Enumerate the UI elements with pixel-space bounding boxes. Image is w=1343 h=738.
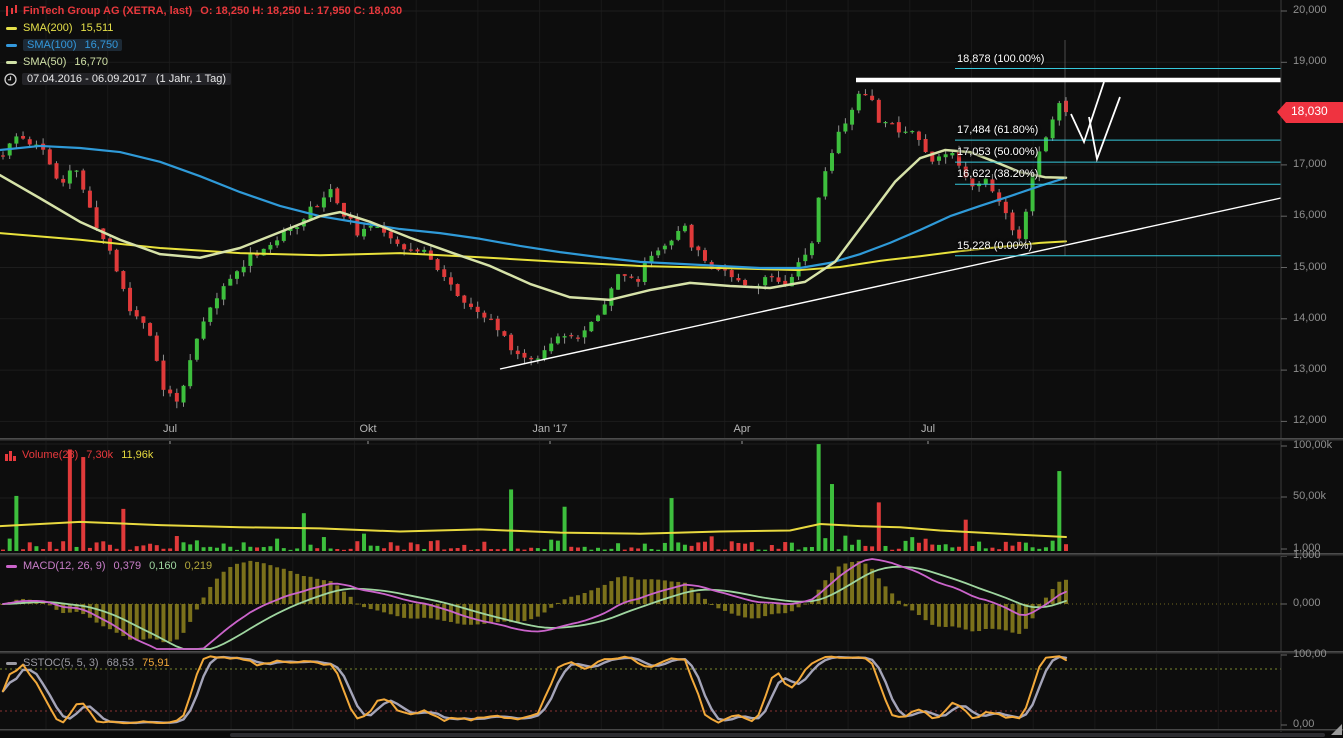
- trading-chart-window: 18,878 (100.00%)17,484 (61.80%)17,053 (5…: [0, 0, 1343, 738]
- resize-grip-icon[interactable]: [1331, 724, 1342, 735]
- sma200-value: 15,511: [81, 22, 114, 34]
- sma200-swatch-icon: [6, 27, 17, 30]
- candlestick-icon: [4, 5, 18, 17]
- macd-hist-value: 0,219: [185, 560, 213, 572]
- sma100-value: 16,750: [85, 39, 119, 51]
- date-range-interval: (1 Jahr, 1 Tag): [156, 73, 226, 85]
- clock-icon: [4, 73, 17, 86]
- macd-signal-value: 0,160: [149, 560, 177, 572]
- chart-canvas[interactable]: [0, 0, 1343, 738]
- macd-legend[interactable]: MACD(12, 26, 9) 0,379 0,160 0,219: [4, 558, 212, 575]
- sma50-value: 16,770: [74, 56, 108, 68]
- sma50-label: SMA(50): [23, 56, 66, 68]
- macd-value: 0,379: [114, 560, 142, 572]
- sma100-label: SMA(100): [27, 39, 77, 51]
- symbol-title: FinTech Group AG (XETRA, last): [23, 5, 192, 17]
- panel-divider: [0, 729, 1343, 731]
- price-legend: FinTech Group AG (XETRA, last) O: 18,250…: [4, 3, 402, 88]
- scrollbar-handle[interactable]: [230, 733, 1325, 737]
- date-range-value: 07.04.2016 - 06.09.2017: [27, 73, 147, 85]
- volume-ma-value: 11,96k: [121, 449, 153, 461]
- symbol-legend-row[interactable]: FinTech Group AG (XETRA, last) O: 18,250…: [4, 3, 402, 19]
- panel-divider[interactable]: [0, 553, 1343, 556]
- volume-label: Volume(28): [22, 449, 78, 461]
- sstoc-label: SSTOC(5, 5, 3): [23, 657, 99, 669]
- macd-swatch-icon: [6, 565, 17, 568]
- legend-sma50-row[interactable]: SMA(50) 16,770: [4, 54, 402, 70]
- panel-divider[interactable]: [0, 651, 1343, 654]
- symbol-ohlc: O: 18,250 H: 18,250 L: 17,950 C: 18,030: [200, 5, 402, 17]
- date-range-row[interactable]: 07.04.2016 - 06.09.2017 (1 Jahr, 1 Tag): [4, 71, 402, 87]
- horizontal-scrollbar[interactable]: [0, 732, 1343, 738]
- volume-legend[interactable]: Volume(28) 7,30k 11,96k: [4, 447, 153, 464]
- legend-sma100-row[interactable]: SMA(100) 16,750: [4, 37, 402, 53]
- volume-bars-icon: [4, 450, 17, 461]
- sstoc-swatch-icon: [6, 662, 17, 665]
- volume-value: 7,30k: [86, 449, 113, 461]
- sma200-label: SMA(200): [23, 22, 73, 34]
- panel-divider[interactable]: [0, 438, 1343, 441]
- sma100-swatch-icon: [6, 44, 17, 47]
- sstoc-d-value: 68,53: [107, 657, 135, 669]
- sstoc-legend[interactable]: SSTOC(5, 5, 3) 68,53 75,91: [4, 655, 170, 672]
- legend-sma200-row[interactable]: SMA(200) 15,511: [4, 20, 402, 36]
- sma50-swatch-icon: [6, 61, 17, 64]
- macd-label: MACD(12, 26, 9): [23, 560, 106, 572]
- sstoc-k-value: 75,91: [142, 657, 170, 669]
